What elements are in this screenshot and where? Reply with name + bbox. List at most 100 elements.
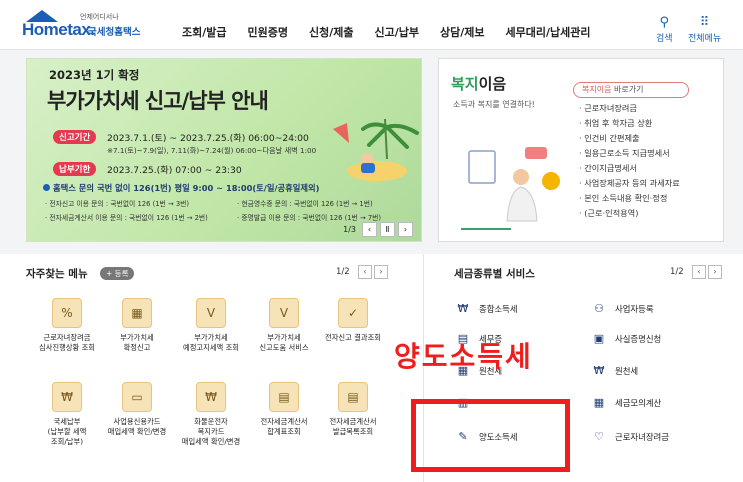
nav-item-agent[interactable]: 세무대리/납세관리 bbox=[505, 24, 590, 40]
banner-pager: 1/3 ‹ Ⅱ › bbox=[343, 222, 413, 237]
service-worker-child-incentive[interactable]: ♡ 근로자녀장려금 bbox=[592, 430, 669, 444]
logo-subtitle: 국세청홈택스 bbox=[88, 27, 141, 38]
service-tax-simulation[interactable]: ▦ 세금모의계산 bbox=[592, 396, 661, 410]
calendar-icon: ▦ bbox=[122, 298, 152, 328]
nav-item-report-pay[interactable]: 신고/납부 bbox=[374, 24, 419, 40]
logo-wordmark: Hometax. bbox=[22, 20, 95, 39]
favorites-title: 자주찾는 메뉴 bbox=[26, 268, 88, 280]
beach-illustration bbox=[333, 119, 419, 181]
pause-icon[interactable]: Ⅱ bbox=[380, 222, 395, 237]
favorite-item[interactable]: ₩ 화물운전자 복지카드 매입세액 확인/변경 bbox=[170, 382, 252, 447]
due-line: 2023.7.25.(화) 07:00 ~ 23:30 bbox=[107, 165, 242, 176]
info-dot-icon bbox=[43, 184, 50, 191]
favorite-item[interactable]: ▭ 사업용신용카드 매입세액 확인/변경 bbox=[96, 382, 178, 437]
all-menu-button[interactable]: ⠿ 전체메뉴 bbox=[688, 16, 721, 44]
payment-icon: ₩ bbox=[52, 382, 82, 412]
welfare-shortcut-button[interactable]: 복지이음 바로가기 bbox=[573, 82, 689, 98]
service-label: 세금모의계산 bbox=[615, 398, 662, 408]
check-doc-icon: ✓ bbox=[338, 298, 368, 328]
percent-badge-icon: % bbox=[52, 298, 82, 328]
banner-info: 홈택스 문의 국번 없이 126(1번) 평일 9:00 ~ 18:00(토/일… bbox=[43, 182, 319, 194]
search-label: 검색 bbox=[656, 34, 673, 44]
card-won-icon: ₩ bbox=[196, 382, 226, 412]
favorite-item[interactable]: V 부가가치세 예정고지세액 조회 bbox=[170, 298, 252, 353]
banner-small-3: · 전자세금계산서 이용 문의 : 국번없이 126 (1번 → 2번) bbox=[45, 214, 208, 222]
welfare-item[interactable]: 인건비 간편제출 bbox=[579, 131, 680, 146]
welfare-item[interactable]: (근로·인적용역) bbox=[579, 206, 680, 221]
favorites-panel: 자주찾는 메뉴 + 등록 1/2 ‹ › % 근로자녀장려금 심사진행상황 조회… bbox=[0, 254, 423, 482]
nav-item-apply[interactable]: 신청/제출 bbox=[309, 24, 354, 40]
favorite-label: 부가가치세 예정고지세액 조회 bbox=[182, 333, 240, 352]
chevron-right-icon[interactable]: › bbox=[398, 222, 413, 237]
service-income-tax[interactable]: ₩ 종합소득세 bbox=[456, 302, 518, 316]
welfare-desc: 소득과 복지를 연결하다! bbox=[453, 100, 535, 109]
period-note: ※7.1(토)~7.9(일), 7.11(화)~7.24(월) 06:00~다음… bbox=[107, 146, 317, 155]
favorite-label: 부가가치세 확정신고 bbox=[120, 333, 154, 352]
search-icon: ⚲ bbox=[659, 15, 670, 30]
chevron-right-icon[interactable]: › bbox=[708, 265, 722, 279]
search-button[interactable]: ⚲ 검색 bbox=[656, 16, 673, 44]
period-line: 2023.7.1.(토) ~ 2023.7.25.(화) 06:00~24:00 bbox=[107, 133, 309, 144]
welfare-item[interactable]: 간이지급명세서 bbox=[579, 161, 680, 176]
favorite-item[interactable]: ✓ 전자신고 결과조회 bbox=[312, 298, 394, 343]
favorite-label: 전자신고 결과조회 bbox=[324, 333, 382, 342]
favorite-label: 화물운전자 복지카드 매입세액 확인/변경 bbox=[181, 417, 241, 446]
nav-item-certificate[interactable]: 민원증명 bbox=[248, 24, 288, 40]
service-label: 원천세 bbox=[615, 366, 639, 376]
nav-item-lookup[interactable]: 조회/발급 bbox=[182, 24, 227, 40]
services-title: 세금종류별 서비스 bbox=[454, 268, 535, 280]
welfare-item[interactable]: 취업 후 학자금 상환 bbox=[579, 116, 680, 131]
welfare-title: 복지이음 bbox=[451, 73, 506, 94]
banner-page-count: 1/3 bbox=[343, 225, 356, 234]
service-fact-certificate[interactable]: ▣ 사실증명신청 bbox=[592, 332, 661, 346]
hometax-logo[interactable]: 언제어디서나 Hometax. 국세청홈택스 bbox=[22, 10, 162, 42]
welfare-illustration bbox=[461, 147, 560, 230]
main-nav: 조회/발급 민원증명 신청/제출 신고/납부 상담/제보 세무대리/납세관리 bbox=[182, 24, 611, 40]
service-business-registration[interactable]: ⚇ 사업자등록 bbox=[592, 302, 654, 316]
chevron-left-icon[interactable]: ‹ bbox=[362, 222, 377, 237]
vat-banner[interactable]: 2023년 1기 확정 부가가치세 신고/납부 안내 신고기간 2023.7.1… bbox=[26, 58, 422, 242]
vat-guide-icon: V bbox=[269, 298, 299, 328]
welfare-item[interactable]: 사업장제공자 등의 과세자료 bbox=[579, 176, 680, 191]
due-badge: 납부기한 bbox=[53, 162, 97, 176]
favorite-item[interactable]: ▤ 전자세금계산서 발급목록조회 bbox=[312, 382, 394, 437]
welfare-link-rest: 바로가기 bbox=[611, 85, 644, 94]
chevron-left-icon[interactable]: ‹ bbox=[692, 265, 706, 279]
welfare-item[interactable]: 본인 소득내용 확인·정정 bbox=[579, 191, 680, 206]
favorite-label: 사업용신용카드 매입세액 확인/변경 bbox=[107, 417, 167, 436]
nav-item-consult[interactable]: 상담/제보 bbox=[440, 24, 485, 40]
heart-icon: ♡ bbox=[594, 430, 604, 443]
welfare-list: 근로자녀장려금 취업 후 학자금 상환 인건비 간편제출 일용근로소득 지급명세… bbox=[579, 101, 680, 221]
welfare-title-accent: 복지 bbox=[451, 75, 479, 93]
service-label: 사실증명신청 bbox=[615, 334, 662, 344]
welfare-link-accent: 복지이음 bbox=[582, 85, 612, 94]
favorite-label: 전자세금계산서 발급목록조회 bbox=[329, 417, 377, 436]
annotation-highlight-box bbox=[411, 399, 570, 472]
calculator-icon: ▦ bbox=[593, 396, 605, 409]
person-icon: ⚇ bbox=[594, 302, 604, 315]
service-label: 사업자등록 bbox=[615, 304, 654, 314]
welfare-card[interactable]: 복지이음 소득과 복지를 연결하다! 복지이음 바로가기 근로자녀장려금 취업 … bbox=[438, 58, 724, 242]
services-page: 1/2 bbox=[670, 267, 684, 277]
income-tax-icon: ₩ bbox=[457, 302, 469, 315]
favorites-page: 1/2 bbox=[336, 267, 350, 277]
all-menu-label: 전체메뉴 bbox=[688, 34, 722, 44]
favorite-item[interactable]: ▦ 부가가치세 확정신고 bbox=[96, 298, 178, 353]
welfare-title-rest: 이음 bbox=[478, 75, 507, 93]
banner-kicker: 2023년 1기 확정 bbox=[49, 68, 140, 82]
service-label: 근로자녀장려금 bbox=[615, 432, 669, 442]
grid-menu-icon: ⠿ bbox=[699, 15, 710, 30]
annotation-callout: 양도소득세 bbox=[394, 340, 533, 373]
vat-doc-icon: V bbox=[196, 298, 226, 328]
banner-small-1: · 전자신고 이용 문의 : 국번없이 126 (1번 → 3번) bbox=[45, 200, 190, 208]
chevron-right-icon[interactable]: › bbox=[374, 265, 388, 279]
invoice-icon: ▤ bbox=[269, 382, 299, 412]
hometax-main-page: 언제어디서나 Hometax. 국세청홈택스 조회/발급 민원증명 신청/제출 … bbox=[0, 0, 743, 482]
add-favorite-button[interactable]: + 등록 bbox=[100, 267, 135, 280]
banner-info-text: 홈택스 문의 국번 없이 126(1번) 평일 9:00 ~ 18:00(토/일… bbox=[53, 183, 320, 193]
won-doc-icon: ₩ bbox=[593, 364, 605, 377]
chevron-left-icon[interactable]: ‹ bbox=[358, 265, 372, 279]
welfare-item[interactable]: 일용근로소득 지급명세서 bbox=[579, 146, 680, 161]
service-withholding-right[interactable]: ₩ 원천세 bbox=[592, 364, 639, 378]
welfare-item[interactable]: 근로자녀장려금 bbox=[579, 101, 680, 116]
